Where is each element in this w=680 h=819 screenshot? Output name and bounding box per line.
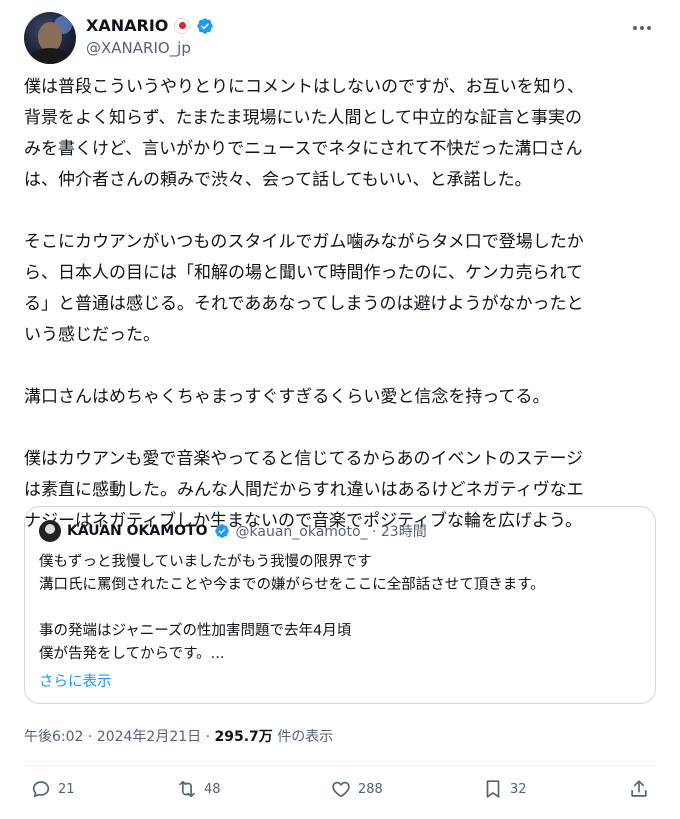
share-button[interactable] xyxy=(628,778,650,800)
display-name[interactable]: XANARIO xyxy=(86,16,168,35)
reply-count: 21 xyxy=(58,781,75,797)
repost-button[interactable]: 48 xyxy=(176,778,221,800)
quoted-name: KAUAN OKAMOTO xyxy=(67,523,208,539)
divider xyxy=(24,765,656,766)
like-icon xyxy=(332,781,350,798)
quoted-handle-time: @kauan_okamoto_ · 23時間 xyxy=(235,524,427,540)
repost-icon xyxy=(179,780,195,798)
reply-button[interactable]: 21 xyxy=(30,778,75,800)
repost-count: 48 xyxy=(204,781,221,797)
like-count: 288 xyxy=(358,781,383,797)
quoted-avatar xyxy=(39,520,61,542)
quoted-header: KAUAN OKAMOTO @kauan_okamoto_ · 23時間 xyxy=(39,520,427,542)
avatar[interactable] xyxy=(24,12,76,64)
handle[interactable]: @XANARIO_jp xyxy=(86,39,191,57)
name-row: XANARIO xyxy=(86,16,214,35)
tweet-meta: 午後6:02 · 2024年2月21日 · 295.7万 件の表示 xyxy=(24,726,333,746)
reply-icon xyxy=(32,781,50,798)
share-icon xyxy=(631,780,647,797)
show-more-link[interactable]: さらに表示 xyxy=(39,670,112,691)
timestamp[interactable]: 午後6:02 · 2024年2月21日 · xyxy=(24,729,215,745)
quoted-text: 僕もずっと我慢していましたがもう我慢の限界です 溝口氏に罵倒されたことや今までの… xyxy=(39,554,545,662)
verified-icon xyxy=(197,17,214,34)
bookmark-count: 32 xyxy=(510,781,527,797)
tweet-text: 僕は普段こういうやりとりにコメントはしないのですが、お互いを知り、 背景をよく知… xyxy=(24,77,584,531)
tweet-header: XANARIO @XANARIO_jp xyxy=(24,12,660,64)
view-label: 件の表示 xyxy=(272,729,334,745)
action-bar: 21 48 288 32 xyxy=(24,778,656,810)
bookmark-button[interactable]: 32 xyxy=(482,778,527,800)
flag-icon xyxy=(174,17,191,34)
bookmark-icon xyxy=(486,780,500,798)
verified-icon xyxy=(214,524,229,538)
tweet: XANARIO @XANARIO_jp 僕は普段こういうやりとりにコメントはしな… xyxy=(0,0,680,819)
like-button[interactable]: 288 xyxy=(330,778,383,800)
quoted-tweet[interactable]: KAUAN OKAMOTO @kauan_okamoto_ · 23時間 僕もず… xyxy=(24,506,656,704)
view-count: 295.7万 xyxy=(214,729,273,745)
more-icon[interactable] xyxy=(630,16,654,40)
